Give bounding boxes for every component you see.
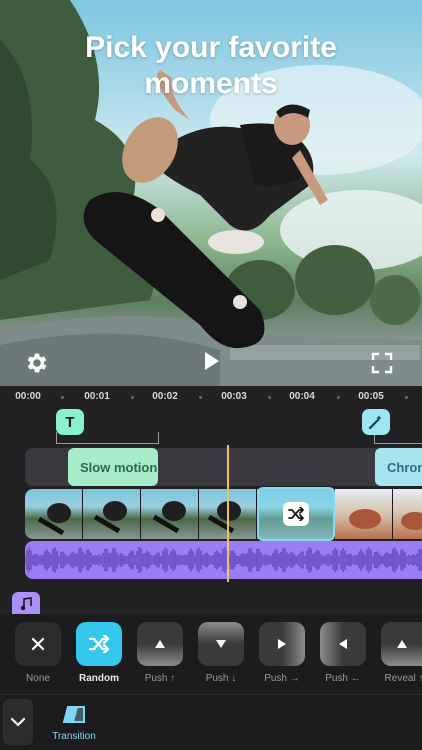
video-thumbnail[interactable] xyxy=(25,489,83,539)
transition-icon xyxy=(62,706,85,723)
audio-waveform xyxy=(25,547,422,573)
settings-gear-icon[interactable] xyxy=(24,350,50,376)
transition-push-down-button[interactable] xyxy=(198,622,244,666)
video-thumbnail[interactable] xyxy=(335,489,393,539)
triangle-up-icon xyxy=(396,640,407,648)
triangle-right-icon xyxy=(278,639,286,649)
effect-chip-slow-motion[interactable]: Slow motion xyxy=(68,448,158,486)
play-icon[interactable] xyxy=(200,350,222,372)
transition-push-left-button[interactable] xyxy=(320,622,366,666)
transition-random-button[interactable] xyxy=(76,622,122,666)
shuffle-icon xyxy=(88,635,110,653)
transition-label: Push ← xyxy=(325,673,361,684)
transition-label: Reveal ↑ xyxy=(384,673,422,684)
ruler-dot xyxy=(131,396,134,399)
shuffle-icon[interactable] xyxy=(283,502,309,526)
transition-reveal-up-button[interactable] xyxy=(381,622,422,666)
triangle-up-icon xyxy=(155,640,165,648)
triangle-down-icon xyxy=(216,640,226,648)
collapse-chevron-down-icon[interactable] xyxy=(3,699,33,745)
effect-chip-chroma[interactable]: Chrom xyxy=(375,448,422,486)
time-ruler[interactable]: 00:00 00:01 00:02 00:03 00:04 00:05 xyxy=(0,386,422,408)
fullscreen-icon[interactable] xyxy=(370,351,394,375)
promo-headline: Pick your favorite moments xyxy=(0,30,422,102)
triangle-left-icon xyxy=(339,639,347,649)
ruler-label: 00:02 xyxy=(152,391,178,402)
ruler-dot xyxy=(337,396,340,399)
transition-push-right-button[interactable] xyxy=(259,622,305,666)
video-thumbnail[interactable] xyxy=(141,489,199,539)
headline-line-1: Pick your favorite xyxy=(85,31,337,64)
ruler-label: 00:00 xyxy=(15,391,41,402)
video-thumbnail[interactable] xyxy=(83,489,141,539)
video-thumbnail[interactable] xyxy=(393,489,422,539)
transition-label: Push ↓ xyxy=(205,673,237,684)
audio-track[interactable] xyxy=(25,541,422,579)
transition-label: Push → xyxy=(264,673,300,684)
ruler-dot xyxy=(268,396,271,399)
tab-transition-label: Transition xyxy=(52,731,96,742)
tab-transition[interactable]: Transition xyxy=(48,701,100,745)
bottom-toolbar: Transition xyxy=(0,694,422,750)
ruler-label: 00:04 xyxy=(289,391,315,402)
close-icon xyxy=(31,637,45,651)
ruler-dot xyxy=(405,396,408,399)
transition-label: Random xyxy=(79,673,119,684)
transition-label: Push ↑ xyxy=(144,673,176,684)
transition-label: None xyxy=(26,673,50,684)
headline-line-2: moments xyxy=(144,67,278,100)
text-layer-badge[interactable]: T xyxy=(56,409,84,435)
ruler-label: 00:05 xyxy=(358,391,384,402)
video-track[interactable] xyxy=(25,489,422,539)
playhead[interactable] xyxy=(227,445,229,582)
ruler-dot xyxy=(61,396,64,399)
ruler-label: 00:03 xyxy=(221,391,247,402)
ruler-dot xyxy=(199,396,202,399)
transition-none-button[interactable] xyxy=(15,622,61,666)
video-preview[interactable]: Pick your favorite moments xyxy=(0,0,422,386)
transition-push-up-button[interactable] xyxy=(137,622,183,666)
music-note-icon[interactable] xyxy=(12,592,40,616)
ruler-label: 00:01 xyxy=(84,391,110,402)
magic-wand-icon[interactable] xyxy=(362,409,390,435)
transition-picker[interactable]: None Random Push ↑ Push ↓ Push → Push ← … xyxy=(0,614,422,694)
